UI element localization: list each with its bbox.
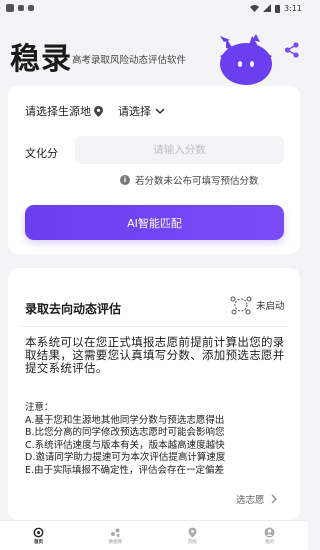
chevron-right-icon bbox=[271, 494, 277, 504]
app-logo: 稳录 bbox=[10, 42, 72, 77]
evaluation-status-text: 未启动 bbox=[256, 301, 285, 312]
battery-icon bbox=[275, 4, 281, 13]
signal-icon bbox=[263, 4, 272, 12]
sync-icon bbox=[18, 5, 24, 11]
tab-label: 首页 bbox=[34, 539, 43, 545]
chevron-down-icon bbox=[155, 108, 165, 115]
location-icon bbox=[188, 527, 197, 537]
divider bbox=[20, 326, 288, 327]
location-pin-icon bbox=[94, 105, 103, 117]
evaluation-card: 录取去向动态评估 未启动 本系统可以在您正式填报志愿前提前计算出您的录取结果，这… bbox=[8, 268, 300, 520]
note-item: D.邀请同学助力提速可为本次评估提高计算速度 bbox=[25, 452, 226, 463]
tab-label: 院校 bbox=[188, 539, 197, 545]
database-icon bbox=[111, 528, 120, 537]
note-item: C.系统评估速度与版本有关，版本越高速度越快 bbox=[25, 439, 225, 451]
tab-home[interactable]: 首页 bbox=[9, 527, 69, 545]
score-form-card: 请选择生源地 请选择 文化分 i 若分数未公布可填写预估分数 AI智能匹配 bbox=[8, 86, 300, 254]
notification-icon bbox=[6, 4, 14, 12]
note-item: E.由于实际填报不确定性，评估会存在一定偏差 bbox=[25, 464, 225, 476]
tab-profile[interactable]: 我的 bbox=[240, 527, 300, 545]
network-icon bbox=[230, 296, 252, 315]
evaluation-description: 本系统可以在您正式填报志愿前提前计算出您的录取结果，这需要您认真填写分数、添加预… bbox=[25, 335, 285, 375]
location-selector[interactable]: 请选择生源地 bbox=[25, 103, 103, 119]
tab-label: 数据库 bbox=[108, 539, 123, 545]
region-dropdown[interactable]: 请选择 bbox=[118, 103, 165, 119]
status-time: 3:11 bbox=[284, 3, 302, 13]
status-bar: 3:11 bbox=[0, 0, 308, 16]
status-right: 3:11 bbox=[250, 4, 302, 13]
share-icon[interactable] bbox=[284, 42, 300, 58]
score-hint-text: 若分数未公布可填写预估分数 bbox=[135, 176, 259, 187]
choose-volunteer-label: 选志愿 bbox=[236, 495, 265, 506]
bottom-tab-bar: 首页 数据库 院校 我的 bbox=[0, 520, 308, 550]
status-left bbox=[6, 4, 34, 12]
home-icon bbox=[33, 527, 44, 537]
choose-volunteer-link[interactable]: 选志愿 bbox=[236, 492, 277, 506]
app-header: 稳录 高考录取风险动态评估软件 bbox=[0, 28, 308, 88]
note-item: B.比您分高的同学修改预选志愿时可能会影响您 bbox=[25, 427, 225, 438]
mascot-illustration bbox=[220, 34, 272, 85]
info-icon: i bbox=[120, 175, 130, 185]
user-icon bbox=[264, 527, 275, 537]
app-icon bbox=[28, 5, 34, 11]
location-label: 请选择生源地 bbox=[25, 105, 91, 118]
app-subtitle: 高考录取风险动态评估软件 bbox=[72, 55, 187, 66]
tab-label: 我的 bbox=[265, 539, 274, 545]
score-label: 文化分 bbox=[25, 147, 58, 160]
score-hint: i 若分数未公布可填写预估分数 bbox=[120, 173, 259, 187]
score-input[interactable] bbox=[75, 136, 284, 164]
tab-database[interactable]: 数据库 bbox=[86, 527, 146, 545]
ai-match-button[interactable]: AI智能匹配 bbox=[25, 205, 284, 240]
tab-schools[interactable]: 院校 bbox=[163, 527, 223, 545]
wifi-icon bbox=[250, 5, 260, 12]
evaluation-notes: 注意： A.基于您和生源地其他同学分数与预选志愿得出 B.比您分高的同学修改预选… bbox=[25, 402, 287, 477]
region-dropdown-label: 请选择 bbox=[118, 105, 151, 118]
evaluation-status: 未启动 bbox=[230, 295, 285, 315]
notes-title: 注意： bbox=[25, 402, 54, 413]
evaluation-title: 录取去向动态评估 bbox=[25, 302, 122, 316]
note-item: A.基于您和生源地其他同学分数与预选志愿得出 bbox=[25, 414, 225, 426]
